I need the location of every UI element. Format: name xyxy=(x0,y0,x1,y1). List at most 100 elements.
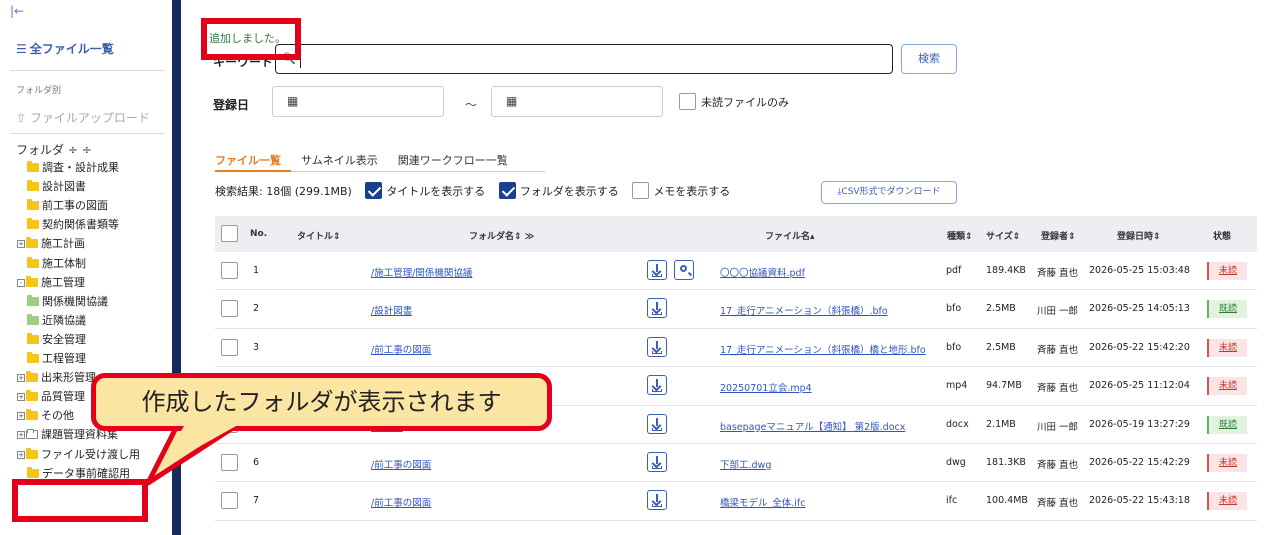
keyword-input[interactable]: 🔍 xyxy=(275,44,893,74)
status-badge[interactable]: 未読 xyxy=(1207,492,1247,511)
download-icon xyxy=(656,264,658,272)
collapse-sidebar-icon[interactable]: |← xyxy=(10,4,24,18)
row-checkbox[interactable] xyxy=(221,262,238,279)
col-file[interactable]: ファイル名▴ xyxy=(765,229,815,242)
expand-icon[interactable]: + xyxy=(17,450,25,459)
folder-tree-item[interactable]: + 品質管理 xyxy=(17,388,85,405)
expand-column-icon[interactable]: ≫ xyxy=(525,232,534,242)
download-button[interactable] xyxy=(647,336,667,357)
show-title-option[interactable]: タイトルを表示する xyxy=(365,182,485,199)
tab-file-list[interactable]: ファイル一覧 xyxy=(215,152,281,168)
row-file-link[interactable]: 〇〇〇協議資料.pdf xyxy=(720,265,805,279)
expand-icon[interactable]: + xyxy=(17,412,25,421)
folder-tree-item[interactable]: + 施工計画 xyxy=(17,235,85,252)
folder-tree-item[interactable]: 安全管理 xyxy=(27,331,86,348)
folder-tree-item[interactable]: 工程管理 xyxy=(27,350,86,367)
row-checkbox[interactable] xyxy=(221,300,238,318)
csv-download-button[interactable]: ⤓CSV形式でダウンロード xyxy=(821,181,957,204)
status-badge[interactable]: 既読 xyxy=(1207,415,1247,434)
folder-tree-item[interactable]: 調査・設計成果 xyxy=(27,159,119,176)
col-date[interactable]: 登録日時⇕ xyxy=(1117,229,1161,242)
col-no[interactable]: No. xyxy=(250,229,267,239)
calendar-icon: ▦ xyxy=(506,94,518,108)
row-size: 2.1MB xyxy=(986,418,1016,430)
row-file-link[interactable]: 下部工.dwg xyxy=(720,457,771,471)
row-file-link[interactable]: basepageマニュアル【通知】 第2版.docx xyxy=(720,419,905,433)
tab-related-workflow[interactable]: 関連ワークフロー一覧 xyxy=(398,152,508,168)
download-button[interactable] xyxy=(647,490,667,511)
folder-tree-item[interactable]: 関係機関協議 xyxy=(27,293,108,310)
expand-icon[interactable]: + xyxy=(17,374,25,383)
expand-icon[interactable]: + xyxy=(17,240,25,249)
row-checkbox[interactable] xyxy=(221,492,238,510)
expand-collapse-icons[interactable]: ÷ ÷ xyxy=(68,143,92,157)
table-row[interactable]: 2/設計図書 17_走行アニメーション（斜張橋）.bfo bfo 2.5MB 川田 一郎… xyxy=(215,290,1257,329)
folder-tree-item[interactable]: 施工体制 xyxy=(27,255,86,272)
unread-only-option[interactable]: 未読ファイルのみ xyxy=(679,93,789,110)
select-all-checkbox[interactable] xyxy=(221,225,238,242)
folder-tree-item[interactable]: 近隣協議 xyxy=(27,312,86,329)
status-badge[interactable]: 未読 xyxy=(1207,453,1247,472)
show-title-checkbox[interactable] xyxy=(365,182,383,199)
row-checkbox[interactable] xyxy=(221,453,238,471)
row-folder-link[interactable]: /前工事の図面 xyxy=(371,342,431,356)
row-checkbox[interactable] xyxy=(221,338,238,356)
row-folder-link[interactable]: /施工管理/関係機関協議 xyxy=(371,265,472,279)
folder-tree-item[interactable]: - 施工管理 xyxy=(17,274,85,291)
table-row[interactable]: 1/施工管理/関係機関協議 〇〇〇協議資料.pdf pdf 189.4KB 斉藤 直也 2… xyxy=(215,252,1257,291)
row-folder-link[interactable]: /前工事の図面 xyxy=(371,457,431,471)
folder-icon xyxy=(27,313,39,325)
file-upload-link[interactable]: ⇧ ファイルアップロード xyxy=(16,109,150,126)
col-user[interactable]: 登録者⇕ xyxy=(1041,229,1076,242)
preview-button[interactable] xyxy=(674,260,694,280)
table-row[interactable]: 7/前工事の図面 橋梁モデル_全体.ifc ifc 100.4MB 斉藤 直也 2026-… xyxy=(215,482,1257,521)
show-memo-checkbox[interactable] xyxy=(632,182,650,199)
table-row[interactable]: 3/前工事の図面 17_走行アニメーション（斜張橋）橋と地形.bfo bfo 2.5M… xyxy=(215,329,1257,368)
status-badge[interactable]: 既読 xyxy=(1207,300,1247,319)
row-file-link[interactable]: 17_走行アニメーション（斜張橋）.bfo xyxy=(720,303,888,317)
folder-tree-title: フォルダ xyxy=(16,143,65,157)
expand-icon[interactable]: + xyxy=(17,431,25,440)
folder-tree-item[interactable]: + ファイル受け渡し用 xyxy=(17,446,140,463)
download-button[interactable] xyxy=(647,413,667,434)
row-file-link[interactable]: 橋梁モデル_全体.ifc xyxy=(720,495,805,509)
date-to-input[interactable]: ▦ xyxy=(491,86,663,117)
row-file-link[interactable]: 17_走行アニメーション（斜張橋）橋と地形.bfo xyxy=(720,342,926,356)
folder-tree-item[interactable]: 前工事の図面 xyxy=(27,197,108,214)
table-row[interactable]: 6/前工事の図面 下部工.dwg dwg 181.3KB 斉藤 直也 2026-05-22… xyxy=(215,444,1257,483)
unread-only-checkbox[interactable] xyxy=(679,93,696,110)
col-folder[interactable]: フォルダ名⇕ ≫ xyxy=(469,229,534,242)
show-folder-checkbox[interactable] xyxy=(498,182,516,199)
col-size[interactable]: サイズ⇕ xyxy=(986,229,1020,242)
download-button[interactable] xyxy=(647,451,667,472)
folder-tree-item[interactable]: 契約関係書類等 xyxy=(27,216,119,233)
sidebar-divider xyxy=(10,70,165,71)
magnifier-icon xyxy=(680,265,687,272)
all-files-link[interactable]: ☰ 全ファイル一覧 xyxy=(16,40,114,57)
folder-tree-item[interactable]: 設計図書 xyxy=(27,178,86,195)
show-folder-option[interactable]: フォルダを表示する xyxy=(498,182,619,199)
collapse-icon[interactable]: - xyxy=(17,278,25,287)
expand-icon[interactable]: + xyxy=(17,393,25,402)
folder-label: 設計図書 xyxy=(42,180,86,194)
tab-thumbnail[interactable]: サムネイル表示 xyxy=(301,152,378,168)
search-button[interactable]: 検索 xyxy=(901,44,957,74)
folder-tree-item[interactable]: + 出来形管理 xyxy=(17,369,96,386)
status-badge[interactable]: 未読 xyxy=(1207,377,1247,396)
row-folder-link[interactable]: /前工事の図面 xyxy=(371,495,431,509)
status-badge[interactable]: 未読 xyxy=(1207,338,1247,357)
status-badge[interactable]: 未読 xyxy=(1207,262,1247,280)
download-button[interactable] xyxy=(647,375,667,396)
sidebar-divider-bar[interactable] xyxy=(172,0,181,535)
download-button[interactable] xyxy=(647,260,667,280)
col-title[interactable]: タイトル⇕ xyxy=(297,229,341,242)
folder-icon xyxy=(27,161,39,172)
folder-label: 工程管理 xyxy=(42,352,86,365)
row-folder-link[interactable]: /設計図書 xyxy=(371,303,412,317)
col-type[interactable]: 種類⇕ xyxy=(947,229,973,242)
date-from-input[interactable]: ▦ xyxy=(272,86,444,117)
row-file-link[interactable]: 20250701立会.mp4 xyxy=(720,380,812,394)
folder-tree-item[interactable]: + その他 xyxy=(17,407,74,424)
show-memo-option[interactable]: メモを表示する xyxy=(632,182,730,199)
download-button[interactable] xyxy=(647,298,667,319)
